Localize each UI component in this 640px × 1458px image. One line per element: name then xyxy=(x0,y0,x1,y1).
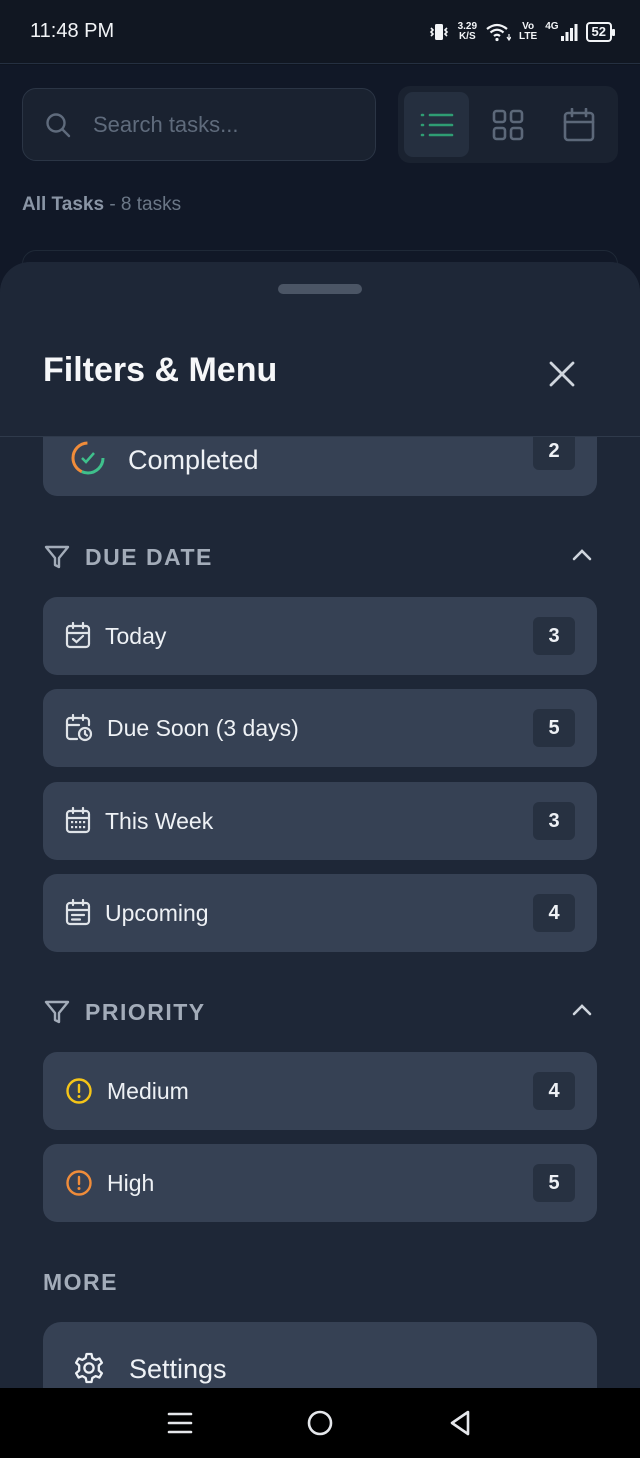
status-bar: 11:48 PM 3.29 K/S Vo LTE 4G 52 xyxy=(0,0,640,64)
list-view-button[interactable] xyxy=(404,92,469,157)
home-button[interactable] xyxy=(295,1398,345,1448)
recents-button[interactable] xyxy=(155,1398,205,1448)
filter-priority-high[interactable]: High 5 xyxy=(43,1144,597,1222)
search-icon xyxy=(46,112,71,137)
calendar-week-icon xyxy=(65,807,91,834)
filter-due-soon[interactable]: Due Soon (3 days) 5 xyxy=(43,689,597,767)
back-triangle-icon xyxy=(450,1410,470,1436)
status-time: 11:48 PM xyxy=(30,20,115,42)
battery-indicator: 52 xyxy=(585,21,616,42)
filter-upcoming[interactable]: Upcoming 4 xyxy=(43,874,597,952)
count-badge: 4 xyxy=(533,894,575,932)
system-nav-bar xyxy=(0,1388,640,1458)
due-date-section-header[interactable]: DUE DATE xyxy=(43,537,597,577)
sheet-header: Filters & Menu xyxy=(0,262,640,437)
count-badge: 4 xyxy=(533,1072,575,1110)
net-speed: 3.29 K/S xyxy=(457,20,478,42)
count-badge: 5 xyxy=(533,709,575,747)
search-placeholder: Search tasks... xyxy=(93,111,239,137)
vibrate-icon xyxy=(429,23,448,40)
drag-handle[interactable] xyxy=(278,284,362,294)
wifi-icon xyxy=(486,23,512,41)
filter-today[interactable]: Today 3 xyxy=(43,597,597,675)
count-badge: 2 xyxy=(533,432,575,470)
sheet-title: Filters & Menu xyxy=(43,351,278,389)
list-icon xyxy=(420,113,453,136)
search-input[interactable]: Search tasks... xyxy=(22,88,376,161)
filter-priority-medium[interactable]: Medium 4 xyxy=(43,1052,597,1130)
settings-button[interactable]: Settings xyxy=(43,1322,597,1388)
home-circle-icon xyxy=(307,1410,333,1436)
volte-indicator: Vo LTE xyxy=(519,20,538,42)
grid-view-button[interactable] xyxy=(475,92,540,157)
filter-icon xyxy=(44,1000,70,1024)
filter-icon xyxy=(44,545,70,569)
back-button[interactable] xyxy=(435,1398,485,1448)
count-badge: 5 xyxy=(533,1164,575,1202)
close-icon xyxy=(549,361,575,387)
status-icons: 3.29 K/S Vo LTE 4G 52 xyxy=(428,20,616,42)
completed-icon xyxy=(71,441,105,475)
calendar-icon xyxy=(563,107,594,141)
signal-icon xyxy=(560,23,578,41)
calendar-clock-icon xyxy=(65,714,93,742)
close-button[interactable] xyxy=(542,354,582,394)
calendar-check-icon xyxy=(65,622,91,649)
filter-this-week[interactable]: This Week 3 xyxy=(43,782,597,860)
calendar-range-icon xyxy=(65,899,91,926)
grid-icon xyxy=(492,109,523,140)
filters-sheet: Filters & Menu Completed 2 DUE DATE Toda… xyxy=(0,262,640,1388)
priority-section-header[interactable]: PRIORITY xyxy=(43,992,597,1032)
task-list-heading: All Tasks - 8 tasks xyxy=(22,194,182,215)
gear-icon xyxy=(74,1352,104,1384)
chevron-up-icon[interactable] xyxy=(571,1002,593,1018)
more-section-title: MORE xyxy=(43,1269,118,1295)
calendar-view-button[interactable] xyxy=(546,92,611,157)
alert-circle-icon xyxy=(66,1078,92,1104)
menu-icon xyxy=(167,1412,193,1434)
alert-circle-icon xyxy=(66,1170,92,1196)
view-switcher xyxy=(398,86,618,163)
cell-signal: 4G xyxy=(545,21,578,42)
count-badge: 3 xyxy=(533,802,575,840)
count-badge: 3 xyxy=(533,617,575,655)
chevron-up-icon[interactable] xyxy=(571,547,593,563)
